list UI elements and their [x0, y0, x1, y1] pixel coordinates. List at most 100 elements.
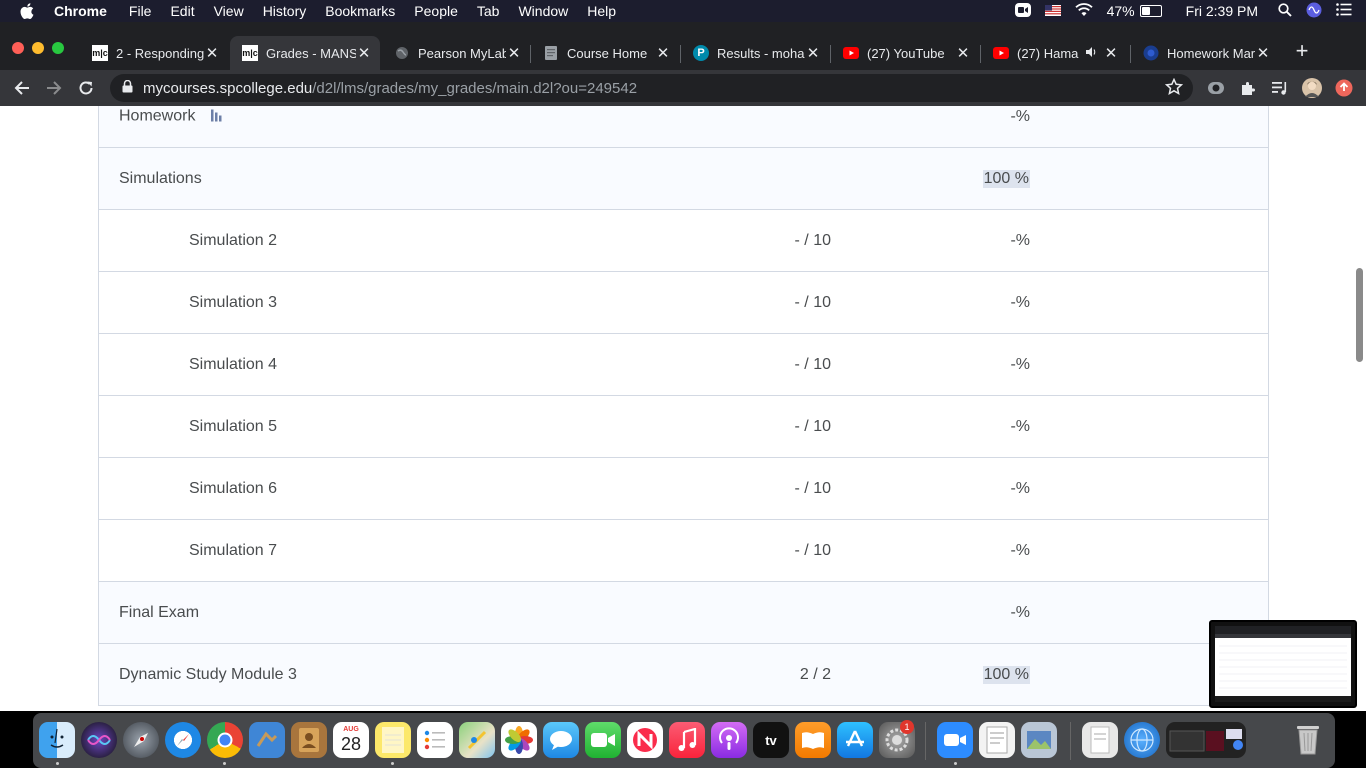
dock-separator [1070, 722, 1071, 760]
books-icon[interactable] [795, 722, 831, 758]
zoom-status-icon[interactable] [1014, 2, 1031, 20]
input-source-flag-icon[interactable] [1044, 3, 1061, 19]
tab-responding[interactable]: m|c 2 - Responding ✕ [80, 38, 228, 68]
zoom-icon[interactable] [937, 722, 973, 758]
launchpad-icon[interactable] [123, 722, 159, 758]
finder-icon[interactable] [39, 722, 75, 758]
grade-item-name: Homework [119, 107, 223, 126]
grade-percent: -% [1010, 603, 1030, 621]
tab-homework[interactable]: Homework Mar ✕ [1131, 38, 1279, 68]
grade-points: - / 10 [794, 355, 831, 373]
tab-grades[interactable]: m|c Grades - MANS ✕ [230, 36, 380, 70]
update-alert-icon[interactable] [1334, 78, 1354, 98]
stacks-icon[interactable] [1166, 722, 1246, 758]
page-scrollbar-thumb[interactable] [1356, 268, 1363, 362]
grade-item-row: Simulation 2 - / 10 -% [99, 210, 1268, 272]
running-indicator [954, 762, 957, 765]
speaker-audio-icon[interactable] [1085, 46, 1097, 61]
url-path: /d2l/lms/grades/my_grades/main.d2l?ou=24… [312, 79, 638, 97]
forward-button[interactable] [43, 77, 65, 99]
tab-results[interactable]: P Results - moha ✕ [681, 38, 829, 68]
facetime-icon[interactable] [585, 722, 621, 758]
close-tab-icon[interactable]: ✕ [1255, 44, 1271, 62]
close-tab-icon[interactable]: ✕ [655, 44, 671, 62]
photos-icon[interactable] [501, 722, 537, 758]
back-button[interactable] [11, 77, 33, 99]
minimize-window-button[interactable] [32, 42, 44, 54]
media-controls-icon[interactable] [1270, 78, 1290, 98]
close-tab-icon[interactable]: ✕ [356, 44, 372, 62]
siri-icon[interactable] [81, 722, 117, 758]
extensions-puzzle-icon[interactable] [1238, 78, 1258, 98]
documents-icon[interactable] [1082, 722, 1118, 758]
news-icon[interactable] [627, 722, 663, 758]
tab-title: Results - moha [717, 45, 805, 61]
wifi-icon[interactable] [1074, 2, 1093, 20]
grade-category-row: Dynamic Study Module 3 2 / 2 100 % [99, 644, 1268, 706]
grade-points: - / 10 [794, 417, 831, 435]
mlc-icon: m|c [92, 45, 108, 61]
spotlight-search-icon[interactable] [1278, 2, 1292, 20]
menu-edit[interactable]: Edit [170, 3, 194, 19]
tab-youtube[interactable]: (27) YouTube ✕ [831, 38, 979, 68]
grade-item-row: Simulation 3 - / 10 -% [99, 272, 1268, 334]
extension-icon[interactable] [1206, 78, 1226, 98]
contacts-icon[interactable] [291, 722, 327, 758]
tab-pearson-mylab[interactable]: Pearson MyLab ✕ [382, 38, 530, 68]
homework-icon [1143, 45, 1159, 61]
close-tab-icon[interactable]: ✕ [506, 44, 522, 62]
address-bar[interactable]: mycourses.spcollege.edu/d2l/lms/grades/m… [110, 74, 1193, 102]
lock-icon[interactable] [122, 79, 133, 97]
music-icon[interactable] [669, 722, 705, 758]
bookmark-star-icon[interactable] [1164, 77, 1184, 100]
trash-icon[interactable] [1290, 722, 1326, 758]
messages-icon[interactable] [543, 722, 579, 758]
menu-people[interactable]: People [414, 3, 458, 19]
reminders-icon[interactable] [417, 722, 453, 758]
menu-tab[interactable]: Tab [477, 3, 500, 19]
screenshot-thumbnail-preview[interactable] [1209, 620, 1357, 708]
close-window-button[interactable] [12, 42, 24, 54]
chrome-icon[interactable] [207, 722, 243, 758]
textedit-icon[interactable] [979, 722, 1015, 758]
app-name-menu[interactable]: Chrome [54, 3, 107, 19]
podcasts-icon[interactable] [711, 722, 747, 758]
siri-menu-icon[interactable] [1306, 2, 1322, 21]
new-tab-button[interactable]: + [1291, 40, 1313, 62]
zoom-window-button[interactable] [52, 42, 64, 54]
close-tab-icon[interactable]: ✕ [1103, 44, 1119, 62]
calendar-icon[interactable]: AUG 28 [333, 722, 369, 758]
statistics-icon[interactable] [211, 107, 223, 126]
apple-icon[interactable] [18, 0, 36, 22]
mail-icon[interactable] [249, 722, 285, 758]
app-store-icon[interactable] [837, 722, 873, 758]
dock-separator [925, 722, 926, 760]
close-tab-icon[interactable]: ✕ [955, 44, 971, 62]
menu-view[interactable]: View [214, 3, 244, 19]
preview-icon[interactable] [1021, 722, 1057, 758]
grade-item-name: Simulation 3 [189, 293, 278, 311]
network-icon[interactable] [1124, 722, 1160, 758]
tab-course-home[interactable]: Course Home ✕ [531, 38, 679, 68]
reload-button[interactable] [75, 77, 97, 99]
running-indicator [391, 762, 394, 765]
grade-item-name: Simulation 2 [189, 231, 278, 249]
mlc-icon: m|c [242, 45, 258, 61]
tab-hamak[interactable]: (27) Hamak ✕ [981, 38, 1129, 68]
menu-history[interactable]: History [263, 3, 307, 19]
close-tab-icon[interactable]: ✕ [805, 44, 821, 62]
menu-help[interactable]: Help [587, 3, 616, 19]
notes-icon[interactable] [375, 722, 411, 758]
tab-title: 2 - Responding [116, 45, 204, 61]
battery-status[interactable]: 47% [1107, 3, 1162, 19]
menu-file[interactable]: File [129, 3, 152, 19]
safari-icon[interactable] [165, 722, 201, 758]
clock[interactable]: Fri 2:39 PM [1186, 3, 1258, 19]
tv-icon[interactable]: tv [753, 722, 789, 758]
menu-bookmarks[interactable]: Bookmarks [325, 3, 395, 19]
close-tab-icon[interactable]: ✕ [204, 44, 220, 62]
notification-center-icon[interactable] [1336, 3, 1352, 19]
maps-icon[interactable] [459, 722, 495, 758]
menu-window[interactable]: Window [518, 3, 568, 19]
profile-avatar[interactable] [1302, 78, 1322, 98]
